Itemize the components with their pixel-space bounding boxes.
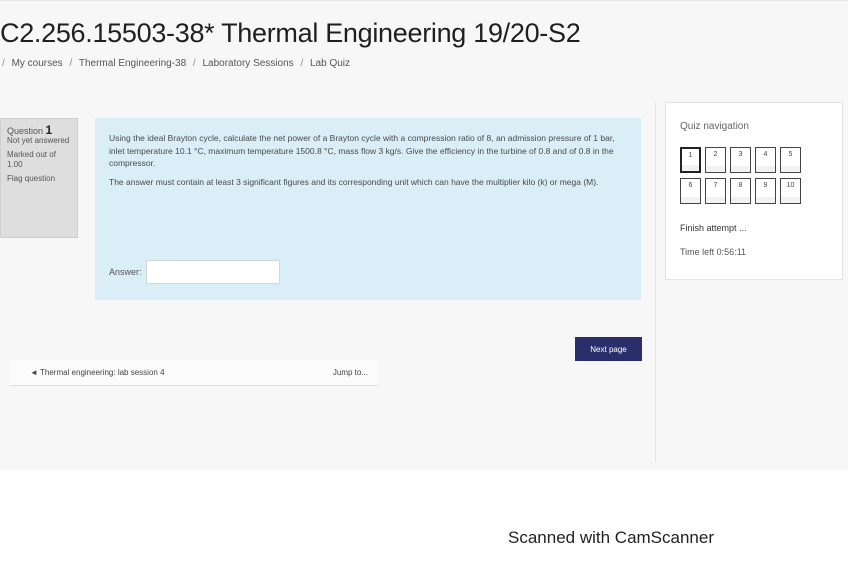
- breadcrumb-separator: /: [192, 58, 196, 69]
- answer-input[interactable]: [145, 260, 280, 284]
- question-status: Not yet answered: [7, 136, 70, 145]
- time-left-text: Time left 0:56:11: [680, 247, 747, 257]
- question-label: Question: [7, 126, 44, 136]
- question-text: Using the ideal Brayton cycle, calculate…: [109, 133, 615, 168]
- top-border: [0, 0, 848, 1]
- question-grid: 1 2 3 4 5 6 7 8 9 10: [680, 147, 810, 209]
- breadcrumb-section[interactable]: Laboratory Sessions: [202, 58, 293, 69]
- breadcrumb-course[interactable]: Thermal Engineering-38: [79, 58, 186, 69]
- breadcrumb-separator: /: [300, 58, 304, 69]
- activity-navigation: ◄ Thermal engineering: lab session 4 Jum…: [10, 360, 378, 386]
- question-info-box: Question 1 Not yet answered Marked out o…: [0, 118, 78, 238]
- jump-to-select[interactable]: Jump to...: [333, 368, 368, 377]
- answer-label: Answer:: [109, 266, 142, 277]
- question-number-value: 1: [45, 123, 53, 137]
- camscanner-watermark: Scanned with CamScanner: [508, 528, 715, 547]
- question-nav-button[interactable]: 8: [730, 178, 751, 204]
- quiz-navigation-panel: Quiz navigation 1 2 3 4 5 6 7 8 9 10 Fin…: [665, 102, 843, 280]
- question-nav-button[interactable]: 4: [755, 147, 776, 173]
- question-instruction: The answer must contain at least 3 signi…: [109, 176, 599, 187]
- previous-activity-link[interactable]: ◄ Thermal engineering: lab session 4: [30, 368, 165, 377]
- question-nav-button[interactable]: 2: [705, 147, 726, 173]
- finish-attempt-link[interactable]: Finish attempt ...: [680, 223, 747, 233]
- question-nav-button[interactable]: 5: [780, 147, 801, 173]
- question-grid-row: 1 2 3 4 5: [680, 147, 810, 173]
- question-nav-button[interactable]: 9: [755, 178, 776, 204]
- question-marks: Marked out of 1.00: [7, 150, 56, 169]
- question-nav-button[interactable]: 6: [680, 178, 701, 204]
- breadcrumb-separator: /: [2, 58, 5, 69]
- question-nav-button[interactable]: 10: [780, 178, 801, 204]
- breadcrumb: / My courses / Thermal Engineering-38 / …: [2, 58, 354, 69]
- answer-row: Answer:: [109, 260, 280, 284]
- question-grid-row: 6 7 8 9 10: [680, 178, 810, 204]
- question-text-box: Using the ideal Brayton cycle, calculate…: [95, 118, 641, 300]
- sidebar-divider: [655, 102, 656, 462]
- breadcrumb-separator: /: [69, 58, 73, 69]
- breadcrumb-quiz[interactable]: Lab Quiz: [310, 58, 350, 69]
- question-nav-button[interactable]: 7: [705, 178, 726, 204]
- question-nav-button[interactable]: 3: [730, 147, 751, 173]
- question-number: Question 1: [7, 123, 71, 137]
- next-page-button[interactable]: Next page: [575, 337, 642, 361]
- question-nav-button[interactable]: 1: [680, 147, 701, 173]
- page-title: C2.256.15503-38* Thermal Engineering 19/…: [0, 18, 581, 48]
- breadcrumb-my-courses[interactable]: My courses: [12, 58, 63, 69]
- flag-question-link[interactable]: Flag question: [7, 174, 71, 184]
- quiz-navigation-title: Quiz navigation: [680, 121, 749, 132]
